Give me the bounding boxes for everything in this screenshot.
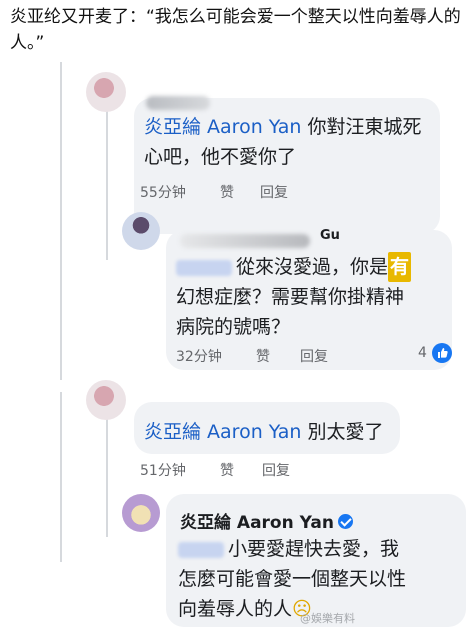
comment-text: 小要愛趕快去愛，我	[228, 538, 400, 560]
comment-thread-screenshot: 炎亞綸 Aaron Yan 你對汪東城死 心吧，他不愛你了 55分钟 赞 回复 …	[60, 62, 474, 627]
like-reaction-icon[interactable]	[432, 343, 452, 363]
thread-line	[60, 392, 62, 562]
reply-button[interactable]: 回复	[260, 182, 288, 202]
reply-button[interactable]: 回复	[262, 460, 290, 480]
comment-actions: 55分钟 赞 回复	[140, 182, 340, 202]
timestamp: 51分钟	[140, 463, 186, 479]
blurred-author-name	[146, 96, 210, 110]
blurred-mention	[178, 542, 224, 558]
mention-link[interactable]: 炎亞綸 Aaron Yan	[144, 421, 301, 443]
comment-text: 炎亞綸 Aaron Yan 你對汪東城死	[144, 116, 422, 138]
avatar[interactable]	[86, 72, 126, 112]
comment-text: 向羞辱人的人☹	[178, 598, 312, 620]
highlighted-char: 有	[388, 252, 412, 282]
comment-actions: 32分钟 赞 回复	[176, 346, 376, 366]
avatar[interactable]	[122, 212, 160, 250]
like-button[interactable]: 赞	[256, 346, 270, 366]
comment-text: 心吧，他不愛你了	[144, 146, 297, 168]
comment-text: 病院的號嗎？	[176, 316, 291, 338]
comment-text: 從來沒愛過，你是有	[236, 252, 412, 282]
post-caption: 炎亚纶又开麦了：“我怎么可能会爱一个整天以性向羞辱人的人。”	[10, 7, 461, 53]
comment-text: 炎亞綸 Aaron Yan 別太愛了	[144, 421, 384, 443]
avatar[interactable]	[86, 380, 126, 420]
blurred-author-name	[180, 234, 310, 248]
timestamp: 55分钟	[140, 185, 186, 201]
like-button[interactable]: 赞	[220, 460, 234, 480]
comment-text: 幻想症麼？需要幫你掛精神	[176, 286, 405, 308]
mention-link[interactable]: 炎亞綸 Aaron Yan	[144, 116, 301, 138]
comment-text: 怎麼可能會愛一個整天以性	[178, 568, 407, 590]
timestamp: 32分钟	[176, 349, 222, 365]
verified-badge-icon	[337, 514, 353, 529]
thread-line	[106, 417, 108, 537]
comment-author[interactable]: Gu	[320, 228, 340, 243]
comment-author[interactable]: 炎亞綸 Aaron Yan	[180, 508, 353, 533]
thread-line	[60, 62, 62, 380]
blurred-mention	[176, 260, 232, 276]
thread-line	[106, 110, 108, 260]
reply-button[interactable]: 回复	[300, 346, 328, 366]
comment-actions: 51分钟 赞 回复	[140, 460, 340, 480]
reaction-count[interactable]: 4	[418, 345, 427, 361]
like-button[interactable]: 赞	[220, 182, 234, 202]
avatar[interactable]	[122, 494, 160, 532]
watermark: @娛樂有料	[300, 612, 355, 625]
